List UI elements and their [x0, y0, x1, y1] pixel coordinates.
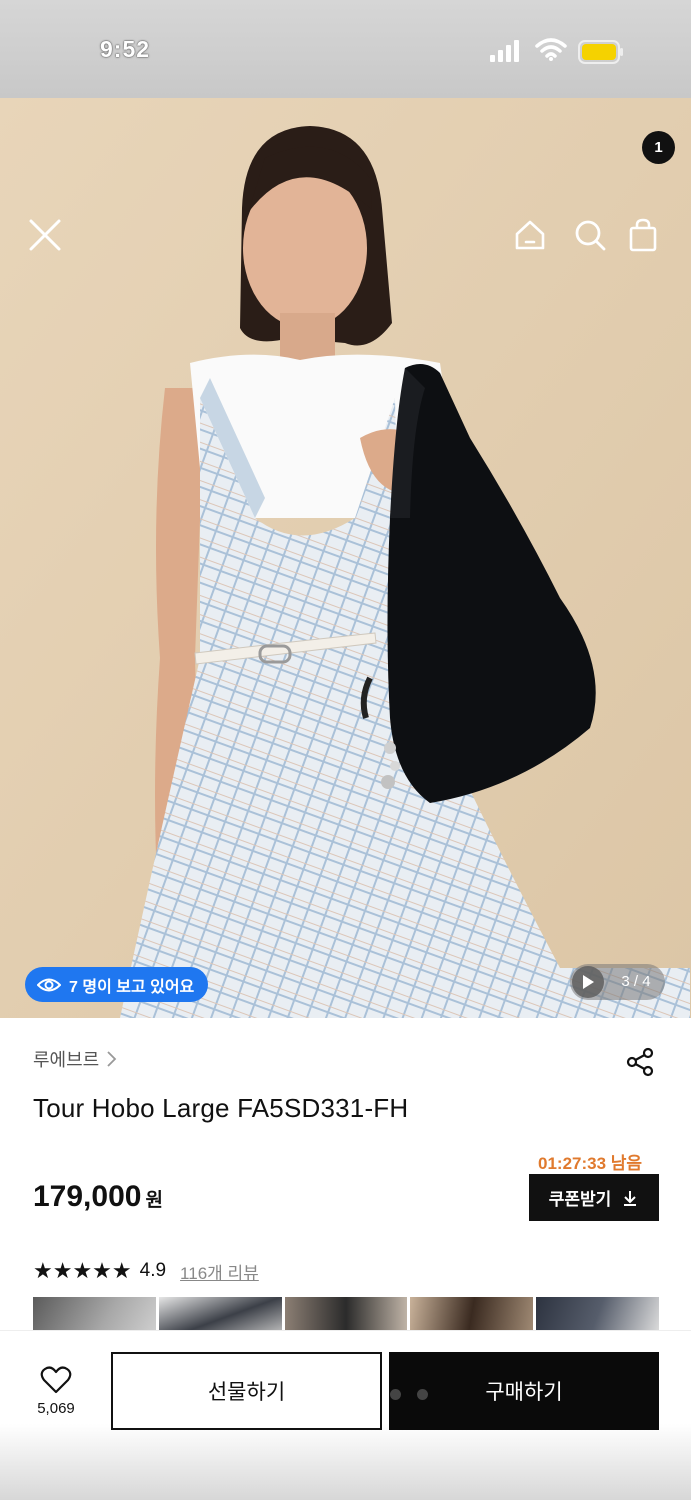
rating-stars: ★★★★★	[33, 1258, 132, 1283]
battery-icon	[578, 40, 623, 64]
page-dot	[417, 1389, 428, 1400]
cart-icon[interactable]	[624, 215, 664, 255]
play-button[interactable]	[572, 966, 604, 998]
reviews-link[interactable]: 116개 리뷰	[180, 1259, 259, 1284]
brand-link[interactable]: 루에브르	[33, 1046, 117, 1072]
play-icon	[583, 975, 594, 989]
product-price: 179,000 원	[33, 1180, 163, 1214]
status-bar: 9:52	[0, 0, 691, 98]
review-thumbnail[interactable]	[158, 1297, 282, 1333]
product-title: Tour Hobo Large FA5SD331-FH	[33, 1093, 409, 1123]
review-thumbnails	[33, 1297, 659, 1333]
download-icon	[624, 1190, 637, 1206]
coupon-timer: 01:27:33 남음	[538, 1154, 643, 1173]
viewers-text: 7 명이 보고 있어요	[69, 978, 195, 996]
page-dot	[390, 1389, 401, 1400]
product-image[interactable]: 1 7 명이 보고 있어요 3 / 4	[0, 98, 691, 1018]
close-icon[interactable]	[25, 215, 65, 255]
gift-button[interactable]: 선물하기	[111, 1352, 382, 1430]
image-page-counter: 3 / 4	[621, 973, 651, 990]
price-currency: 원	[145, 1190, 163, 1211]
buy-button[interactable]: 구매하기	[389, 1352, 659, 1430]
viewers-badge: 7 명이 보고 있어요	[25, 967, 209, 1002]
rating-score: 4.9	[139, 1260, 167, 1281]
page-indicator	[363, 1389, 428, 1400]
cart-count-badge: 1	[642, 131, 675, 164]
wishlist-count: 5,069	[37, 1400, 75, 1417]
wishlist-button[interactable]: 5,069	[30, 1366, 82, 1417]
review-thumbnail[interactable]	[33, 1297, 156, 1333]
rating-row: ★★★★★ 4.9 116개 리뷰	[33, 1258, 259, 1284]
wifi-icon	[535, 38, 567, 61]
brand-name: 루에브르	[33, 1050, 100, 1070]
review-thumbnail[interactable]	[284, 1297, 408, 1333]
status-time: 9:52	[100, 36, 151, 62]
search-icon[interactable]	[570, 215, 610, 255]
home-icon[interactable]	[510, 215, 550, 255]
price-value: 179,000	[33, 1180, 142, 1213]
review-thumbnail[interactable]	[410, 1297, 534, 1333]
review-thumbnail[interactable]	[536, 1297, 659, 1333]
coupon-button[interactable]: 쿠폰받기	[529, 1174, 659, 1221]
share-icon[interactable]	[624, 1046, 656, 1078]
page-dot	[363, 1389, 374, 1400]
chevron-right-icon	[107, 1051, 117, 1067]
eye-icon	[37, 978, 61, 991]
coupon-label: 쿠폰받기	[548, 1190, 612, 1209]
cellular-signal-icon	[490, 40, 519, 62]
heart-icon	[40, 1366, 72, 1394]
